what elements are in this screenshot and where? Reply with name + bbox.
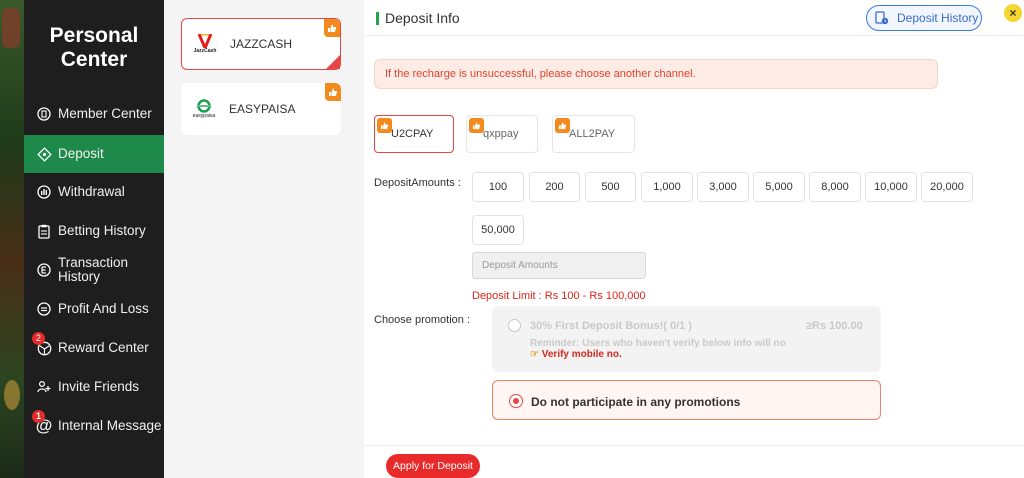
jazzcash-logo-text: JazzCash [193, 48, 217, 54]
deposit-panel: Deposit Info Deposit History × If the re… [364, 0, 1024, 478]
history-icon [875, 11, 889, 25]
amount-option[interactable]: 3,000 [697, 172, 749, 202]
sidebar-item-withdrawal[interactable]: Withdrawal [24, 173, 164, 211]
title-accent-bar [376, 12, 379, 25]
sidebar-item-label: Reward Center [58, 340, 149, 355]
channel-option-label: qxppay [483, 128, 519, 140]
pointing-hand-icon: ☞ [530, 349, 539, 360]
promotion-title: 30% First Deposit Bonus!( 0/1 ) [530, 320, 692, 332]
sidebar-item-betting-history[interactable]: Betting History [24, 212, 164, 250]
easypaisa-logo: easypaisa [189, 94, 219, 124]
channel-option-all2pay[interactable]: ALL2PAY [552, 115, 635, 153]
at-sign-icon: @ 1 [32, 410, 52, 435]
sidebar-item-label: Internal Message [58, 418, 162, 433]
thumbs-up-icon [469, 118, 484, 133]
deposit-amount-input[interactable]: Deposit Amounts [472, 252, 646, 279]
background-strip [0, 0, 24, 478]
reward-badge: 2 [32, 332, 45, 345]
amount-option[interactable]: 100 [472, 172, 524, 202]
thumbs-up-icon [324, 19, 340, 37]
sidebar-title-line2: Center [60, 48, 128, 71]
deposit-amounts-label: DepositAmounts : [374, 177, 461, 189]
recharge-notice: If the recharge is unsuccessful, please … [374, 59, 938, 89]
sidebar-item-invite-friends[interactable]: Invite Friends [24, 368, 164, 406]
sidebar-item-internal-message[interactable]: @ 1 Internal Message [24, 407, 164, 445]
channel-option-u2cpay[interactable]: U2CPAY [374, 115, 454, 153]
sidebar-item-label: Withdrawal [58, 184, 125, 199]
payment-method-name: JAZZCASH [230, 37, 293, 51]
verify-mobile-label: Verify mobile no. [541, 349, 622, 360]
promotion-reminder: Reminder: Users who haven't verify below… [530, 338, 786, 349]
amount-option[interactable]: 200 [529, 172, 580, 202]
sidebar-title-line1: Personal [49, 24, 139, 47]
page-title: Deposit Info [385, 10, 460, 26]
amount-option[interactable]: 20,000 [921, 172, 973, 202]
sidebar-item-label: Invite Friends [58, 379, 140, 394]
thumbs-up-icon [555, 118, 570, 133]
invite-icon [36, 379, 52, 395]
jazzcash-logo: JazzCash [190, 29, 220, 59]
payment-method-list: JazzCash JAZZCASH easypaisa EASYPAISA [164, 0, 364, 478]
promotion-title: Do not participate in any promotions [531, 395, 741, 409]
profit-icon [36, 301, 52, 317]
message-badge: 1 [32, 410, 45, 423]
sidebar-item-transaction-history[interactable]: Transaction History [24, 251, 164, 289]
payment-method-name: EASYPAISA [229, 102, 296, 116]
clipboard-icon [36, 223, 52, 239]
sidebar-item-deposit[interactable]: Deposit [24, 135, 164, 173]
verify-mobile-link[interactable]: ☞ Verify mobile no. [530, 349, 622, 360]
sidebar-item-label: Profit And Loss [58, 301, 149, 316]
deposit-history-button[interactable]: Deposit History [866, 5, 982, 31]
sidebar-item-label: Betting History [58, 223, 146, 238]
payment-method-jazzcash[interactable]: JazzCash JAZZCASH [181, 18, 341, 70]
amount-option[interactable]: 500 [585, 172, 636, 202]
gift-icon: 2 [32, 332, 52, 356]
amount-option[interactable]: 50,000 [472, 215, 524, 245]
channel-option-label: U2CPAY [391, 128, 434, 140]
easypaisa-logo-text: easypaisa [192, 113, 216, 119]
sidebar-item-label-line1: Transaction [58, 255, 129, 270]
payment-method-easypaisa[interactable]: easypaisa EASYPAISA [181, 83, 341, 135]
sidebar-item-label: Deposit [58, 146, 104, 161]
thumbs-up-icon [377, 118, 392, 133]
sidebar-item-label: Member Center [58, 106, 152, 121]
sidebar-item-profit-and-loss[interactable]: Profit And Loss [24, 290, 164, 328]
deposit-icon [36, 146, 52, 162]
deposit-limit: Deposit Limit : Rs 100 - Rs 100,000 [472, 290, 646, 302]
sidebar-title: Personal Center [24, 24, 164, 72]
member-icon [36, 106, 52, 122]
thumbs-up-icon [325, 83, 341, 101]
promotion-radio[interactable] [508, 319, 521, 332]
sidebar-item-reward-center[interactable]: 2 Reward Center [24, 329, 164, 367]
amount-option[interactable]: 1,000 [641, 172, 693, 202]
close-button[interactable]: × [1004, 4, 1022, 22]
panel-header: Deposit Info Deposit History × [364, 0, 1024, 36]
divider [364, 445, 1024, 446]
promotion-min-amount: ≥Rs 100.00 [806, 320, 863, 332]
promotion-radio-selected[interactable] [509, 394, 523, 408]
sidebar-item-label-line2: History [58, 269, 101, 284]
background-figure [4, 380, 20, 410]
deposit-history-label: Deposit History [897, 11, 979, 25]
channel-option-label: ALL2PAY [569, 128, 616, 140]
transaction-icon [36, 262, 52, 278]
sidebar-item-member-center[interactable]: Member Center [24, 95, 164, 133]
promotion-option-none[interactable]: Do not participate in any promotions [492, 380, 881, 420]
apply-for-deposit-button[interactable]: Apply for Deposit [386, 454, 480, 478]
channel-option-qxppay[interactable]: qxppay [466, 115, 538, 153]
amount-option[interactable]: 10,000 [865, 172, 917, 202]
sidebar: Personal Center Member Center Deposit Wi… [24, 0, 164, 478]
promotion-option-first-deposit[interactable]: 30% First Deposit Bonus!( 0/1 ) ≥Rs 100.… [492, 306, 881, 372]
withdrawal-icon [36, 184, 52, 200]
background-figure [2, 8, 20, 48]
sidebar-item-label: Transaction History [58, 256, 128, 284]
choose-promotion-label: Choose promotion : [374, 314, 470, 326]
amount-option[interactable]: 5,000 [753, 172, 805, 202]
amount-option[interactable]: 8,000 [809, 172, 861, 202]
selected-check-icon [326, 55, 340, 69]
